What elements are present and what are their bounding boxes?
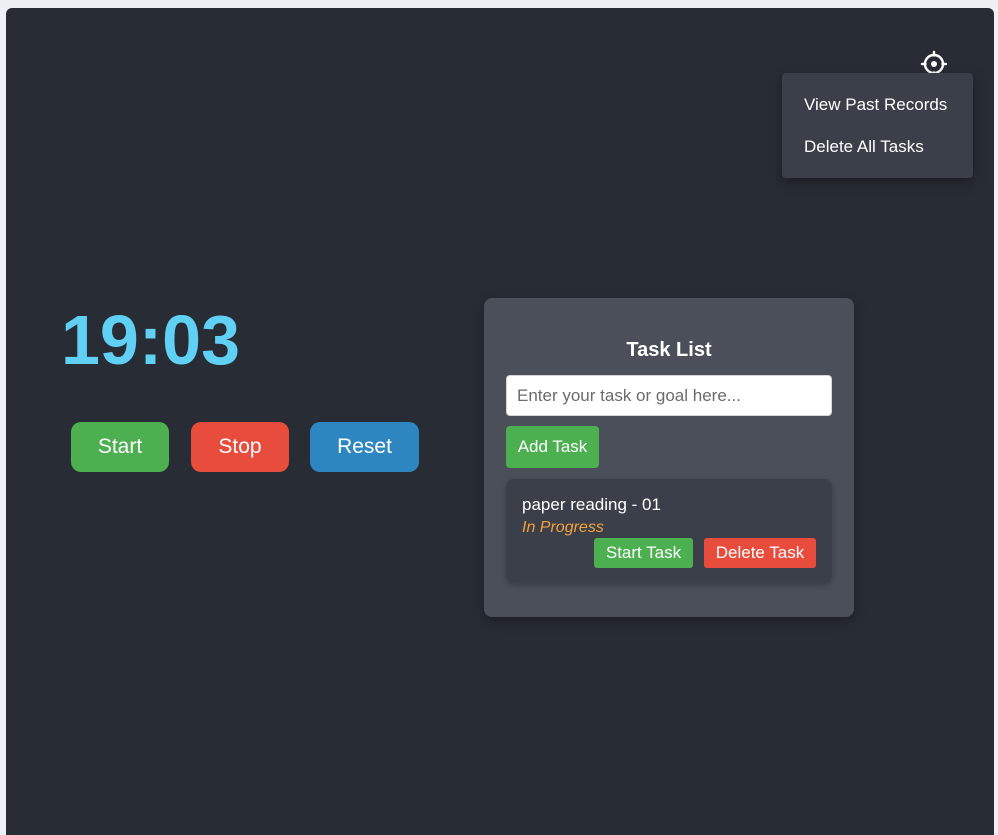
start-button[interactable]: Start bbox=[71, 422, 169, 472]
settings-dropdown-menu: View Past Records Delete All Tasks bbox=[782, 73, 973, 178]
task-list-title: Task List bbox=[626, 339, 712, 361]
task-list-panel: Task List Add Task paper reading - 01 In… bbox=[484, 298, 854, 617]
task-item: paper reading - 01 In Progress Start Tas… bbox=[506, 479, 832, 583]
view-past-records-menu-item[interactable]: View Past Records bbox=[804, 95, 947, 115]
delete-task-button[interactable]: Delete Task bbox=[704, 538, 816, 568]
timer-display: 19:03 bbox=[61, 301, 241, 379]
task-status: In Progress bbox=[522, 519, 604, 536]
task-input[interactable] bbox=[506, 375, 832, 416]
reset-button[interactable]: Reset bbox=[310, 422, 419, 472]
start-task-button[interactable]: Start Task bbox=[594, 538, 693, 568]
stop-button[interactable]: Stop bbox=[191, 422, 289, 472]
task-name: paper reading - 01 bbox=[522, 495, 661, 514]
app-container: View Past Records Delete All Tasks 19:03… bbox=[6, 8, 994, 835]
add-task-button[interactable]: Add Task bbox=[506, 426, 599, 468]
delete-all-tasks-menu-item[interactable]: Delete All Tasks bbox=[804, 137, 924, 157]
